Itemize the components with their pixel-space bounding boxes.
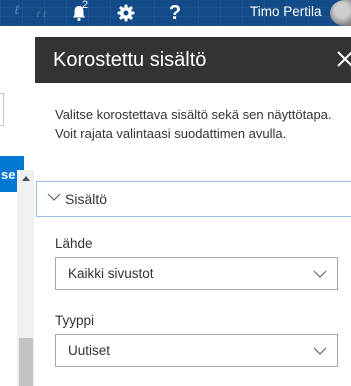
chevron-down-icon — [313, 347, 327, 355]
help-button[interactable]: ? — [160, 0, 190, 26]
background-input-field[interactable] — [0, 93, 4, 126]
panel-description: Valitse korostettava sisältö sekä sen nä… — [55, 107, 332, 141]
notifications-button[interactable] — [64, 0, 94, 26]
brand-logo-texture: ℓ ℓ — [36, 10, 47, 20]
close-button[interactable] — [335, 49, 351, 71]
panel-header: Korostettu sisältö — [35, 37, 351, 83]
type-label: Tyyppi — [55, 313, 95, 328]
source-dropdown-value: Kaikki sivustot — [68, 266, 154, 281]
brand-logo: ℓ — [14, 3, 20, 18]
type-dropdown-value: Uutiset — [68, 343, 111, 358]
property-pane: Korostettu sisältö Valitse korostettava … — [35, 37, 351, 386]
scroll-up-arrow-icon — [21, 176, 30, 181]
section-label: Sisältö — [65, 191, 108, 207]
avatar[interactable] — [330, 0, 351, 26]
background-action-button-label: se — [1, 166, 16, 182]
type-dropdown[interactable]: Uutiset — [55, 334, 338, 367]
user-name[interactable]: Timo Pertila — [250, 4, 322, 19]
suite-bar: ℓ ℓ ℓ 2 ? Timo Pertila — [0, 0, 351, 26]
close-icon — [337, 51, 351, 67]
help-icon: ? — [168, 2, 182, 24]
source-label: Lähde — [55, 236, 93, 251]
source-dropdown[interactable]: Kaikki sivustot — [55, 257, 338, 290]
gear-icon — [117, 4, 135, 22]
notification-count: 2 — [82, 0, 89, 11]
chevron-down-icon — [313, 270, 327, 278]
chevron-down-icon — [47, 193, 61, 201]
scrollbar-thumb[interactable] — [19, 338, 33, 386]
scroll-up-button[interactable] — [17, 170, 34, 187]
section-header-content[interactable]: Sisältö — [36, 181, 351, 217]
settings-button[interactable] — [111, 0, 141, 26]
panel-title: Korostettu sisältö — [53, 49, 207, 71]
